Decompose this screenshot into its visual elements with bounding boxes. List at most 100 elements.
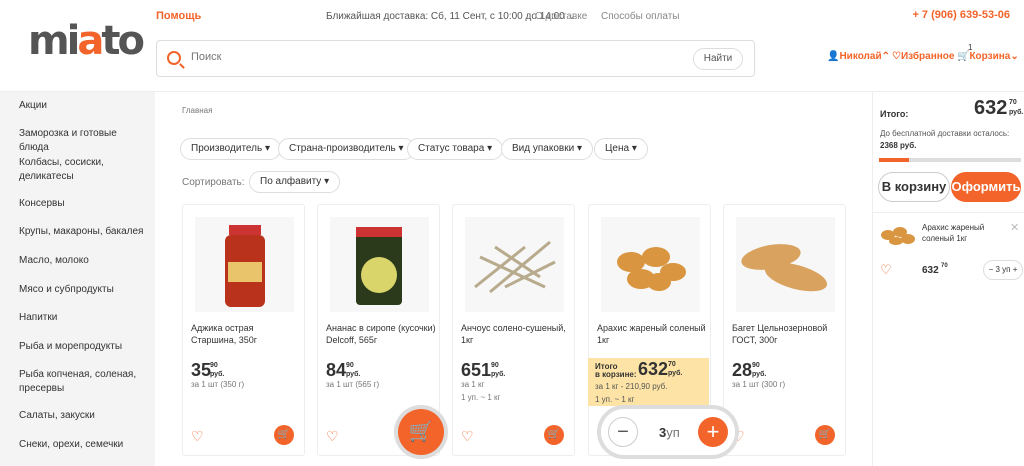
product-image[interactable] (736, 217, 835, 312)
add-to-cart-button[interactable]: 🛒 (815, 425, 835, 445)
sidebar-item-groceries[interactable]: Крупы, макароны, бакалея (19, 225, 149, 239)
logo[interactable]: miato (28, 18, 145, 64)
search-input[interactable] (191, 51, 671, 63)
product-image[interactable] (465, 217, 564, 312)
cart-icon: 🛒 (957, 51, 970, 62)
product-card[interactable]: Аджика острая Старшина, 350г 35 90 руб. … (182, 204, 305, 456)
cart-icon[interactable]: 🛒 (398, 409, 444, 455)
product-image[interactable] (195, 217, 294, 312)
total-price: 632 (974, 97, 1008, 119)
filter-status[interactable]: Статус товара ▾ (407, 138, 504, 160)
product-rub: руб. (491, 371, 506, 378)
add-to-cart-button[interactable]: 🛒 (544, 425, 564, 445)
plus-icon[interactable]: + (1013, 265, 1018, 274)
cart-link[interactable]: 🛒Корзина⌄ (957, 51, 1019, 62)
heart-icon: ♡ (892, 51, 901, 62)
filter-manufacturer[interactable]: Производитель ▾ (180, 138, 281, 160)
qty-unit: уп (666, 425, 680, 440)
sidebar-item-canned[interactable]: Консервы (19, 197, 149, 211)
cart-item-name[interactable]: Арахис жареный соленый 1кг (922, 222, 1002, 244)
product-image[interactable] (601, 217, 700, 312)
product-unit: за 1 шт (565 г) (326, 380, 380, 389)
delivery-text: Ближайшая доставка: Сб, 11 Сент, с 10:00… (326, 11, 565, 22)
sidebar-item-fish[interactable]: Рыба и морепродукты (19, 340, 149, 354)
free-delivery-text: До бесплатной доставки осталось: (880, 129, 1010, 138)
to-cart-button[interactable]: В корзину (878, 172, 950, 202)
product-price: 28 (732, 360, 753, 380)
cart-item-qty[interactable]: − 3 уп + (983, 260, 1023, 280)
product-name[interactable]: Анчоус солено-сушеный, 1кг (461, 322, 571, 346)
chevron-down-icon: ⌄ (1010, 51, 1019, 62)
product-price: 35 (191, 360, 212, 380)
product-image[interactable] (330, 217, 429, 312)
filter-price[interactable]: Цена ▾ (594, 138, 648, 160)
total-kop: 70 (1009, 99, 1017, 106)
sidebar-item-smoked-fish[interactable]: Рыба копченая, соленая, пресервы (19, 368, 149, 396)
minus-icon[interactable]: − (989, 265, 994, 274)
sort-value: По алфавиту (260, 176, 322, 187)
product-name[interactable]: Ананас в сиропе (кусочки) Delcoff, 565г (326, 322, 436, 346)
sidebar-item-snacks[interactable]: Снеки, орехи, семечки (19, 438, 149, 452)
user-icon: 👤 (827, 51, 840, 62)
in-cart-label-2: в корзине: (595, 370, 637, 379)
checkout-button[interactable]: Оформить (951, 172, 1021, 202)
filter-label: Страна-производитель (289, 143, 396, 154)
search-icon (167, 51, 181, 65)
about-delivery-link[interactable]: О доставке (535, 11, 587, 22)
sidebar-item-drinks[interactable]: Напитки (19, 311, 149, 325)
chevron-up-icon: ⌃ (881, 51, 891, 62)
sidebar-item-salads[interactable]: Салаты, закуски (19, 409, 149, 423)
breadcrumb[interactable]: Главная (182, 106, 212, 115)
sidebar-item-dairy[interactable]: Масло, молоко (19, 254, 149, 268)
heart-icon[interactable]: ♡ (191, 429, 205, 443)
user-menu[interactable]: 👤Николай⌃ (827, 51, 890, 62)
product-name[interactable]: Аджика острая Старшина, 350г (191, 322, 301, 346)
heart-icon[interactable]: ♡ (461, 429, 475, 443)
product-unit: за 1 шт (350 г) (191, 380, 245, 389)
quantity-stepper: − 3уп + (601, 409, 735, 455)
product-card[interactable]: Анчоус солено-сушеный, 1кг 651 90 руб. з… (452, 204, 575, 456)
close-icon[interactable]: ✕ (1010, 221, 1019, 234)
product-rub: руб. (752, 371, 767, 378)
sidebar-item-meat[interactable]: Мясо и субпродукты (19, 283, 149, 297)
user-name: Николай (839, 51, 882, 62)
product-card[interactable]: Багет Цельнозерновой ГОСТ, 300г 28 90 ру… (723, 204, 846, 456)
phone-number[interactable]: + 7 (906) 639-53-06 (912, 9, 1010, 21)
filter-country[interactable]: Страна-производитель ▾ (278, 138, 415, 160)
search-box: Найти (156, 40, 755, 77)
product-rub: руб. (210, 371, 225, 378)
payment-methods-link[interactable]: Способы оплаты (601, 11, 680, 22)
progress-fill (879, 158, 909, 162)
free-delivery-amount: 2368 руб. (880, 141, 917, 150)
product-unit: за 1 шт (300 г) (732, 380, 786, 389)
cart-item-qty-value: 3 уп (995, 265, 1011, 274)
product-name[interactable]: Арахис жареный соленый 1кг (597, 322, 707, 346)
in-cart-rub: руб. (668, 370, 683, 377)
product-name[interactable]: Багет Цельнозерновой ГОСТ, 300г (732, 322, 842, 346)
product-rub: руб. (346, 371, 361, 378)
quantity-value[interactable]: 3уп (659, 425, 680, 440)
help-link[interactable]: Помощь (156, 10, 201, 22)
sort-select[interactable]: По алфавиту ▾ (249, 171, 341, 193)
product-kop: 90 (210, 362, 218, 369)
in-cart-unit: за 1 кг - 210,90 руб. (595, 382, 668, 391)
add-to-cart-button[interactable]: 🛒 (274, 425, 294, 445)
cart-item-image[interactable] (878, 222, 918, 248)
sidebar-item-sausages[interactable]: Колбасы, сосиски, деликатесы (19, 156, 149, 184)
search-button[interactable]: Найти (693, 48, 743, 70)
product-kop: 90 (491, 362, 499, 369)
filter-package[interactable]: Вид упаковки ▾ (501, 138, 593, 160)
product-kop: 90 (752, 362, 760, 369)
sidebar-item-sales[interactable]: Акции (19, 99, 149, 113)
minus-button[interactable]: − (608, 417, 638, 447)
sidebar-item-frozen[interactable]: Заморозка и готовые блюда (19, 127, 149, 155)
plus-button[interactable]: + (698, 417, 728, 447)
category-sidebar: Акции Заморозка и готовые блюда Колбасы,… (0, 92, 155, 466)
heart-icon[interactable]: ♡ (326, 429, 340, 443)
heart-icon[interactable]: ♡ (880, 262, 892, 278)
in-cart-kop: 70 (668, 361, 676, 368)
total-label: Итого: (880, 109, 909, 119)
favorites-link[interactable]: ♡Избранное (892, 51, 954, 62)
in-cart-price: 632 (638, 359, 669, 379)
sort-label: Сортировать: (182, 177, 245, 188)
